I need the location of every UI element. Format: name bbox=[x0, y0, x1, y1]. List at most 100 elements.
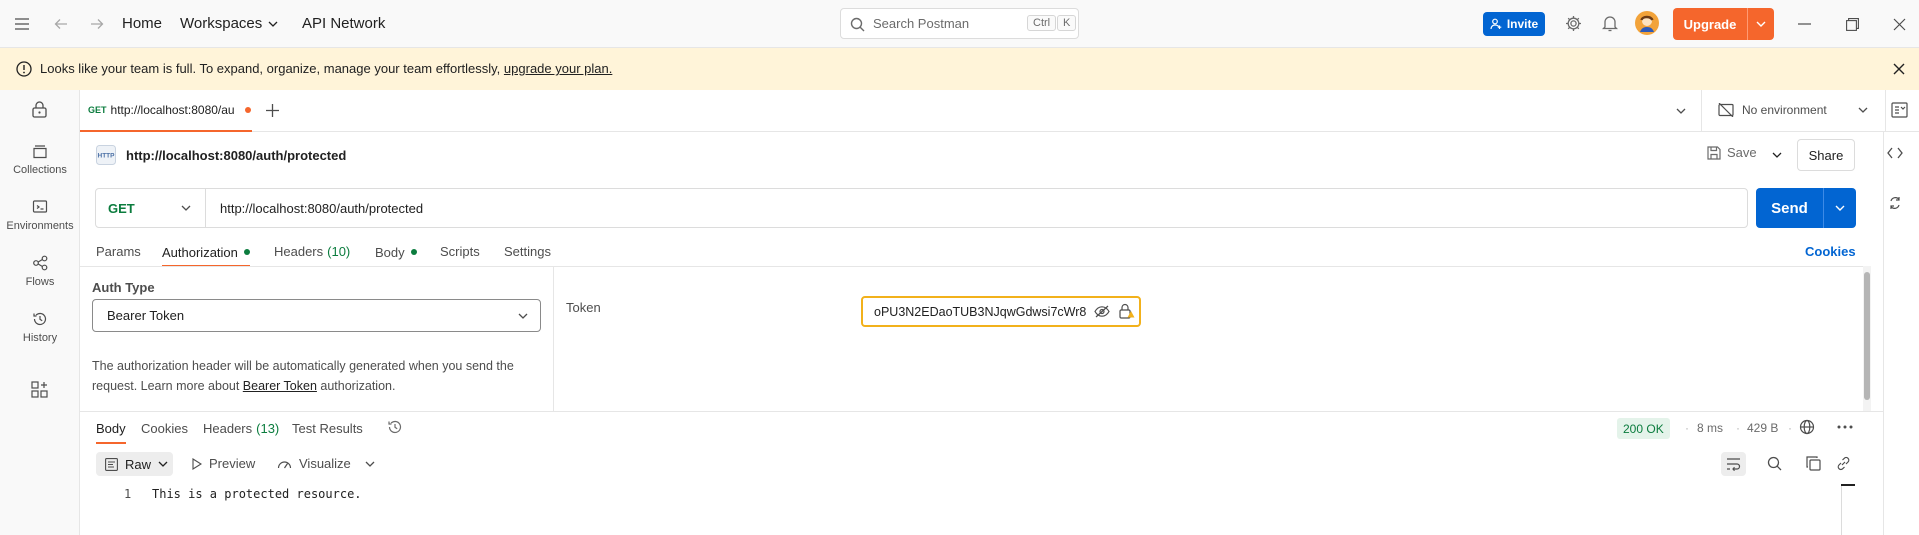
status-badge[interactable]: 200 OK bbox=[1617, 418, 1670, 439]
auth-type-value: Bearer Token bbox=[107, 308, 185, 323]
response-size[interactable]: 429 B bbox=[1747, 421, 1778, 435]
invite-button[interactable]: Invite bbox=[1483, 12, 1545, 36]
visualize-gauge-icon bbox=[277, 461, 292, 469]
separator-dot: · bbox=[1685, 421, 1689, 435]
tabs-dropdown-chevron-icon[interactable] bbox=[1676, 108, 1686, 114]
nav-home[interactable]: Home bbox=[122, 15, 162, 32]
invite-label: Invite bbox=[1506, 17, 1539, 31]
notification-bell-icon[interactable] bbox=[1602, 15, 1618, 32]
response-history-icon[interactable] bbox=[387, 419, 403, 435]
request-breadcrumb: HTTP http://localhost:8080/auth/protecte… bbox=[96, 145, 346, 165]
response-tab-headers-count: (13) bbox=[256, 421, 280, 436]
network-globe-icon[interactable] bbox=[1799, 419, 1815, 435]
tab-settings[interactable]: Settings bbox=[504, 244, 551, 259]
vault-lock-warning-icon[interactable] bbox=[1119, 303, 1135, 319]
response-line[interactable]: This is a protected resource. bbox=[152, 487, 362, 501]
avatar[interactable] bbox=[1635, 11, 1659, 35]
environment-quick-look-icon[interactable] bbox=[1891, 102, 1908, 118]
request-scrollbar[interactable] bbox=[1863, 266, 1871, 411]
tab-authorization[interactable]: Authorization bbox=[162, 244, 250, 260]
divider bbox=[1701, 90, 1702, 132]
token-input[interactable]: oPU3N2EDaoTUB3NJqwGdwsi7cWr8 bbox=[861, 296, 1141, 327]
tab-params[interactable]: Params bbox=[96, 244, 141, 259]
save-button[interactable]: Save bbox=[1707, 145, 1757, 160]
forward-arrow-icon[interactable] bbox=[90, 17, 104, 31]
link-icon[interactable] bbox=[1836, 456, 1851, 471]
copy-icon[interactable] bbox=[1806, 456, 1821, 471]
divider bbox=[553, 266, 554, 411]
sidebar-item-label: Flows bbox=[25, 276, 55, 288]
view-preview-button[interactable]: Preview bbox=[192, 456, 255, 471]
response-tab-cookies[interactable]: Cookies bbox=[141, 421, 188, 436]
auth-help-text: The authorization header will be automat… bbox=[92, 356, 544, 396]
sidebar-item-collections[interactable]: Collections bbox=[0, 143, 80, 176]
tab-headers-count: (10) bbox=[327, 244, 351, 259]
environment-selector[interactable]: No environment bbox=[1718, 103, 1868, 117]
nav-workspaces[interactable]: Workspaces bbox=[180, 15, 278, 32]
send-options-chevron-icon[interactable] bbox=[1824, 205, 1856, 211]
banner-message: Looks like your team is full. To expand,… bbox=[40, 61, 501, 76]
save-options-chevron-icon[interactable] bbox=[1772, 152, 1782, 158]
separator-dot: · bbox=[1788, 421, 1792, 435]
wrap-lines-button[interactable] bbox=[1721, 452, 1746, 476]
tab-method: GET bbox=[88, 105, 107, 115]
response-tab-test-results[interactable]: Test Results bbox=[292, 421, 363, 436]
hide-eye-icon[interactable] bbox=[1094, 305, 1110, 318]
tab-body[interactable]: Body bbox=[375, 244, 417, 260]
more-options-icon[interactable] bbox=[1837, 425, 1853, 429]
divider bbox=[80, 411, 1884, 412]
view-raw-select[interactable]: Raw bbox=[96, 452, 173, 476]
response-tab-headers[interactable]: Headers (13) bbox=[203, 421, 279, 436]
tab-scripts[interactable]: Scripts bbox=[440, 244, 480, 259]
minimize-icon[interactable] bbox=[1798, 23, 1811, 25]
token-value: oPU3N2EDaoTUB3NJqwGdwsi7cWr8 bbox=[874, 304, 1087, 319]
add-user-icon bbox=[1490, 18, 1502, 30]
settings-gear-icon[interactable] bbox=[1565, 15, 1582, 32]
tab-headers[interactable]: Headers (10) bbox=[274, 244, 350, 259]
url-input[interactable]: http://localhost:8080/auth/protected bbox=[220, 201, 423, 216]
auth-help-suffix: authorization. bbox=[316, 379, 396, 393]
lock-icon[interactable] bbox=[32, 101, 47, 118]
request-tab-active[interactable]: GET http://localhost:8080/au bbox=[80, 90, 252, 132]
nav-api-network[interactable]: API Network bbox=[302, 15, 385, 32]
upgrade-plan-link[interactable]: upgrade your plan. bbox=[504, 61, 612, 76]
response-tab-body[interactable]: Body bbox=[96, 421, 126, 436]
view-raw-label: Raw bbox=[125, 456, 152, 472]
left-sidebar: Collections Environments Flows History bbox=[0, 90, 80, 535]
upgrade-button[interactable]: Upgrade bbox=[1673, 8, 1774, 40]
code-icon[interactable] bbox=[1887, 147, 1903, 159]
response-time[interactable]: 8 ms bbox=[1697, 421, 1723, 435]
wrap-lines-icon bbox=[1727, 458, 1741, 471]
auth-type-select[interactable]: Bearer Token bbox=[92, 299, 541, 332]
scroll-indicator bbox=[1841, 484, 1855, 486]
bearer-token-link[interactable]: Bearer Token bbox=[243, 379, 317, 393]
menu-icon[interactable] bbox=[14, 17, 30, 31]
share-button[interactable]: Share bbox=[1797, 139, 1855, 171]
request-name[interactable]: http://localhost:8080/auth/protected bbox=[126, 148, 346, 163]
search-icon bbox=[850, 17, 865, 32]
banner-text: Looks like your team is full. To expand,… bbox=[40, 61, 612, 76]
related-collections-icon[interactable] bbox=[1888, 196, 1902, 210]
close-banner-icon[interactable] bbox=[1893, 63, 1905, 75]
method-select[interactable]: GET bbox=[96, 189, 206, 227]
upgrade-options-chevron-icon[interactable] bbox=[1748, 21, 1774, 27]
send-button[interactable]: Send bbox=[1756, 188, 1856, 228]
restore-window-icon[interactable] bbox=[1846, 18, 1859, 31]
sidebar-item-environments[interactable]: Environments bbox=[0, 199, 80, 232]
scrollbar-thumb[interactable] bbox=[1864, 272, 1870, 400]
visualize-chevron-down-icon[interactable] bbox=[365, 461, 375, 467]
new-tab-plus-icon[interactable] bbox=[266, 104, 279, 117]
search-icon[interactable] bbox=[1767, 456, 1782, 471]
team-full-banner: Looks like your team is full. To expand,… bbox=[0, 48, 1919, 90]
back-arrow-icon[interactable] bbox=[54, 17, 68, 31]
search-input[interactable]: Search Postman Ctrl K bbox=[840, 8, 1079, 39]
view-visualize-button[interactable]: Visualize bbox=[277, 456, 351, 471]
close-window-icon[interactable] bbox=[1893, 18, 1906, 31]
chevron-down-icon bbox=[518, 313, 528, 319]
cookies-link[interactable]: Cookies bbox=[1805, 244, 1856, 259]
shortcut-key: K bbox=[1057, 15, 1077, 31]
tab-authorization-label: Authorization bbox=[162, 244, 238, 260]
sidebar-item-history[interactable]: History bbox=[0, 311, 80, 344]
configure-workbench-icon[interactable] bbox=[31, 381, 48, 398]
sidebar-item-flows[interactable]: Flows bbox=[0, 255, 80, 288]
